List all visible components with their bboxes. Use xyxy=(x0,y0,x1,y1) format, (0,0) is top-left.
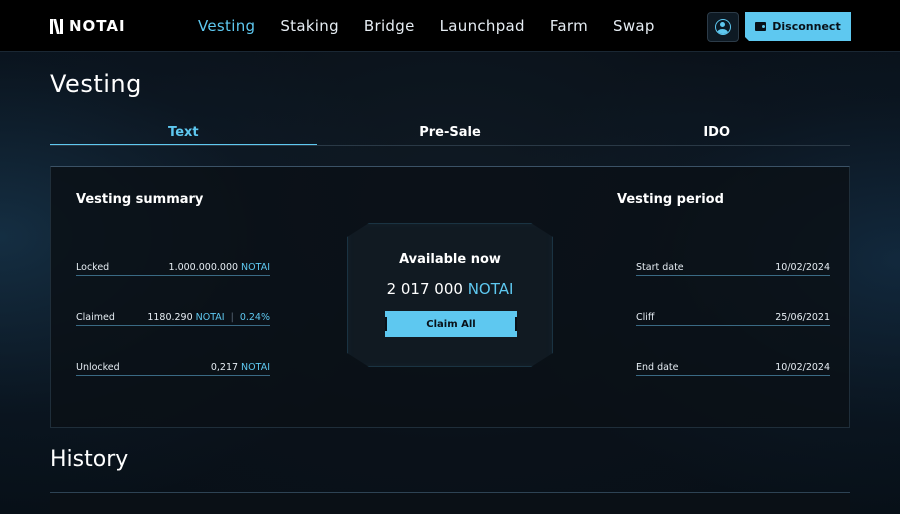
disconnect-button[interactable]: Disconnect xyxy=(745,12,851,41)
claim-all-button[interactable]: Claim All xyxy=(385,311,517,337)
available-now-title: Available now xyxy=(399,252,501,267)
start-date-value: 10/02/2024 xyxy=(775,262,830,273)
top-bar: NOTAI Vesting Staking Bridge Launchpad F… xyxy=(0,0,900,52)
main-nav: Vesting Staking Bridge Launchpad Farm Sw… xyxy=(198,17,680,35)
vesting-summary-title: Vesting summary xyxy=(76,192,204,207)
tab-ido[interactable]: IDO xyxy=(583,118,850,145)
vesting-period-title: Vesting period xyxy=(617,192,724,207)
history-row[interactable] xyxy=(50,492,850,514)
locked-label: Locked xyxy=(76,262,110,273)
claimed-unit: NOTAI xyxy=(195,312,225,323)
available-now-card: Available now 2 017 000 NOTAI Claim All xyxy=(347,223,553,367)
profile-button[interactable] xyxy=(707,12,739,42)
page-title: Vesting xyxy=(50,70,142,98)
available-amount: 2 017 000 NOTAI xyxy=(348,280,552,298)
available-amount-value: 2 017 000 xyxy=(386,280,463,298)
claimed-percent: 0.24% xyxy=(239,312,270,323)
claimed-label: Claimed xyxy=(76,312,115,323)
nav-item-bridge[interactable]: Bridge xyxy=(364,17,415,35)
nav-item-farm[interactable]: Farm xyxy=(550,17,588,35)
logo[interactable]: NOTAI xyxy=(50,17,126,35)
unlocked-row: Unlocked 0,217 NOTAI xyxy=(76,362,270,376)
cliff-label: Cliff xyxy=(636,312,655,323)
nav-item-launchpad[interactable]: Launchpad xyxy=(440,17,525,35)
end-date-row: End date 10/02/2024 xyxy=(636,362,830,376)
history-title: History xyxy=(50,447,129,472)
cliff-value: 25/06/2021 xyxy=(775,312,830,323)
nav-item-swap[interactable]: Swap xyxy=(613,17,655,35)
unlocked-label: Unlocked xyxy=(76,362,120,373)
end-date-label: End date xyxy=(636,362,679,373)
tab-text[interactable]: Text xyxy=(50,118,317,145)
user-avatar-icon xyxy=(715,19,731,35)
end-date-value: 10/02/2024 xyxy=(775,362,830,373)
cliff-row: Cliff 25/06/2021 xyxy=(636,312,830,326)
disconnect-label: Disconnect xyxy=(772,20,841,33)
available-amount-unit: NOTAI xyxy=(467,280,514,298)
nav-item-staking[interactable]: Staking xyxy=(280,17,339,35)
start-date-row: Start date 10/02/2024 xyxy=(636,262,830,276)
unlocked-amount: 0,217 xyxy=(210,362,239,373)
divider: | xyxy=(230,312,234,323)
nav-item-vesting[interactable]: Vesting xyxy=(198,17,255,35)
locked-amount: 1.000.000.000 xyxy=(168,262,239,273)
vesting-panel: Vesting summary Locked 1.000.000.000 NOT… xyxy=(50,166,850,428)
tab-pre-sale[interactable]: Pre-Sale xyxy=(317,118,584,145)
logo-mark-icon xyxy=(50,18,63,34)
claimed-amount: 1180.290 xyxy=(147,312,193,323)
vesting-tabs: Text Pre-Sale IDO xyxy=(50,118,850,146)
start-date-label: Start date xyxy=(636,262,684,273)
locked-row: Locked 1.000.000.000 NOTAI xyxy=(76,262,270,276)
unlocked-unit: NOTAI xyxy=(241,362,270,373)
logo-text: NOTAI xyxy=(69,17,126,35)
locked-unit: NOTAI xyxy=(241,262,270,273)
wallet-icon xyxy=(755,22,766,31)
claimed-row: Claimed 1180.290 NOTAI | 0.24% xyxy=(76,312,270,326)
